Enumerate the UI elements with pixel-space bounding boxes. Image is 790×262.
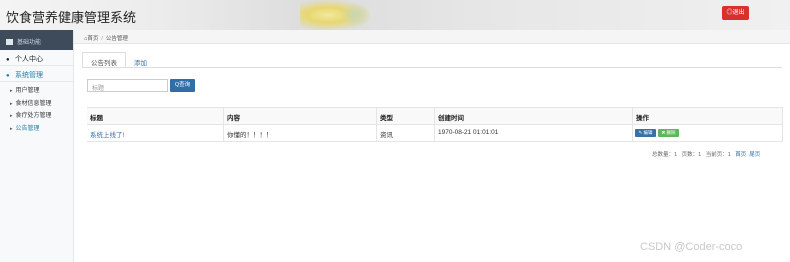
- sidebar: 基础功能 ● 个人中心 ● 系统管理 ▸ 用户管理 ▸ 食材信息管理 ▸ 食疗处方管理 ▸…: [0, 30, 74, 262]
- table-row: 系统上线了! 你懂的！！！！ 资讯 1970-08-21 01:01:01 ✎ …: [87, 125, 783, 142]
- sidebar-subitem-label: 用户管理: [15, 88, 40, 94]
- sidebar-header: 基础功能: [0, 30, 73, 50]
- pagination: 总数量：1 页数：1 当前页：1 首页 尾页: [652, 150, 763, 158]
- row-type: 资讯: [376, 125, 434, 142]
- sidebar-item-system-management[interactable]: ● 系统管理: [0, 66, 73, 82]
- sidebar-subitem-label: 食疗处方管理: [15, 113, 52, 119]
- logout-button[interactable]: ◎退出: [722, 6, 749, 20]
- tab-bar: 公告列表 添加: [82, 52, 155, 68]
- notice-table: 标题 内容 类型 创建时间 操作 系统上线了! 你懂的！！！！ 资讯 1970-…: [87, 107, 783, 142]
- sidebar-subitem-user-management[interactable]: ▸ 用户管理: [0, 85, 73, 98]
- tab-notice-list[interactable]: 公告列表: [82, 52, 126, 68]
- sidebar-subitem-notice-management[interactable]: ▸ 公告管理: [0, 123, 73, 136]
- header-banner-leaf: [340, 2, 370, 28]
- sidebar-subitem-label: 公告管理: [15, 125, 40, 132]
- sidebar-header-label: 基础功能: [17, 40, 42, 46]
- total-count: 总数量：1: [652, 152, 678, 158]
- sidebar-subitem-label: 食材信息管理: [15, 100, 52, 107]
- sidebar-item-personal-center[interactable]: ● 个人中心: [0, 50, 73, 66]
- sidebar-item-label: 个人中心: [15, 56, 43, 63]
- sidebar-subitem-prescription-management[interactable]: ▸ 食疗处方管理: [0, 110, 73, 123]
- search-button[interactable]: Q查询: [170, 79, 195, 92]
- first-page-link[interactable]: 首页: [735, 152, 746, 158]
- page-count: 页数：1: [681, 152, 702, 158]
- breadcrumb-separator: /: [101, 36, 103, 42]
- last-page-link[interactable]: 尾页: [749, 152, 760, 158]
- row-created-time: 1970-08-21 01:01:01: [434, 125, 632, 142]
- chevron-right-icon: ▸: [10, 125, 13, 132]
- column-header-content: 内容: [223, 108, 376, 125]
- column-header-type: 类型: [376, 108, 434, 125]
- tab-divider: [82, 67, 782, 68]
- chevron-right-icon: ▸: [10, 100, 13, 107]
- watermark: CSDN @Coder-coco: [640, 241, 743, 253]
- breadcrumb: ⌂首页 / 公告管理: [74, 30, 790, 44]
- delete-button[interactable]: ✖ 删除: [658, 129, 679, 137]
- breadcrumb-current: 公告管理: [105, 36, 128, 42]
- current-page: 当前页：1: [705, 152, 731, 158]
- app-title: 饮食营养健康管理系统: [6, 10, 137, 25]
- user-icon: ●: [6, 57, 10, 63]
- search-input[interactable]: 标题: [87, 79, 168, 92]
- sidebar-submenu: ▸ 用户管理 ▸ 食材信息管理 ▸ 食疗处方管理 ▸ 公告管理: [0, 82, 73, 135]
- edit-button[interactable]: ✎ 编辑: [635, 129, 656, 137]
- sidebar-subitem-ingredient-management[interactable]: ▸ 食材信息管理: [0, 98, 73, 111]
- menu-icon: [6, 39, 13, 45]
- column-header-created: 创建时间: [434, 108, 632, 125]
- column-header-actions: 操作: [632, 108, 783, 125]
- sidebar-item-label: 系统管理: [15, 72, 43, 79]
- chevron-right-icon: ▸: [10, 88, 13, 94]
- column-header-title: 标题: [90, 115, 103, 122]
- users-icon: ●: [6, 73, 10, 79]
- chevron-right-icon: ▸: [10, 113, 13, 119]
- top-header: 饮食营养健康管理系统 ◎退出: [0, 0, 790, 30]
- row-content: 你懂的！！！！: [223, 125, 376, 142]
- breadcrumb-home[interactable]: 首页: [87, 36, 98, 42]
- table-header-row: 标题 内容 类型 创建时间 操作: [87, 108, 783, 125]
- row-title-link[interactable]: 系统上线了!: [87, 125, 223, 142]
